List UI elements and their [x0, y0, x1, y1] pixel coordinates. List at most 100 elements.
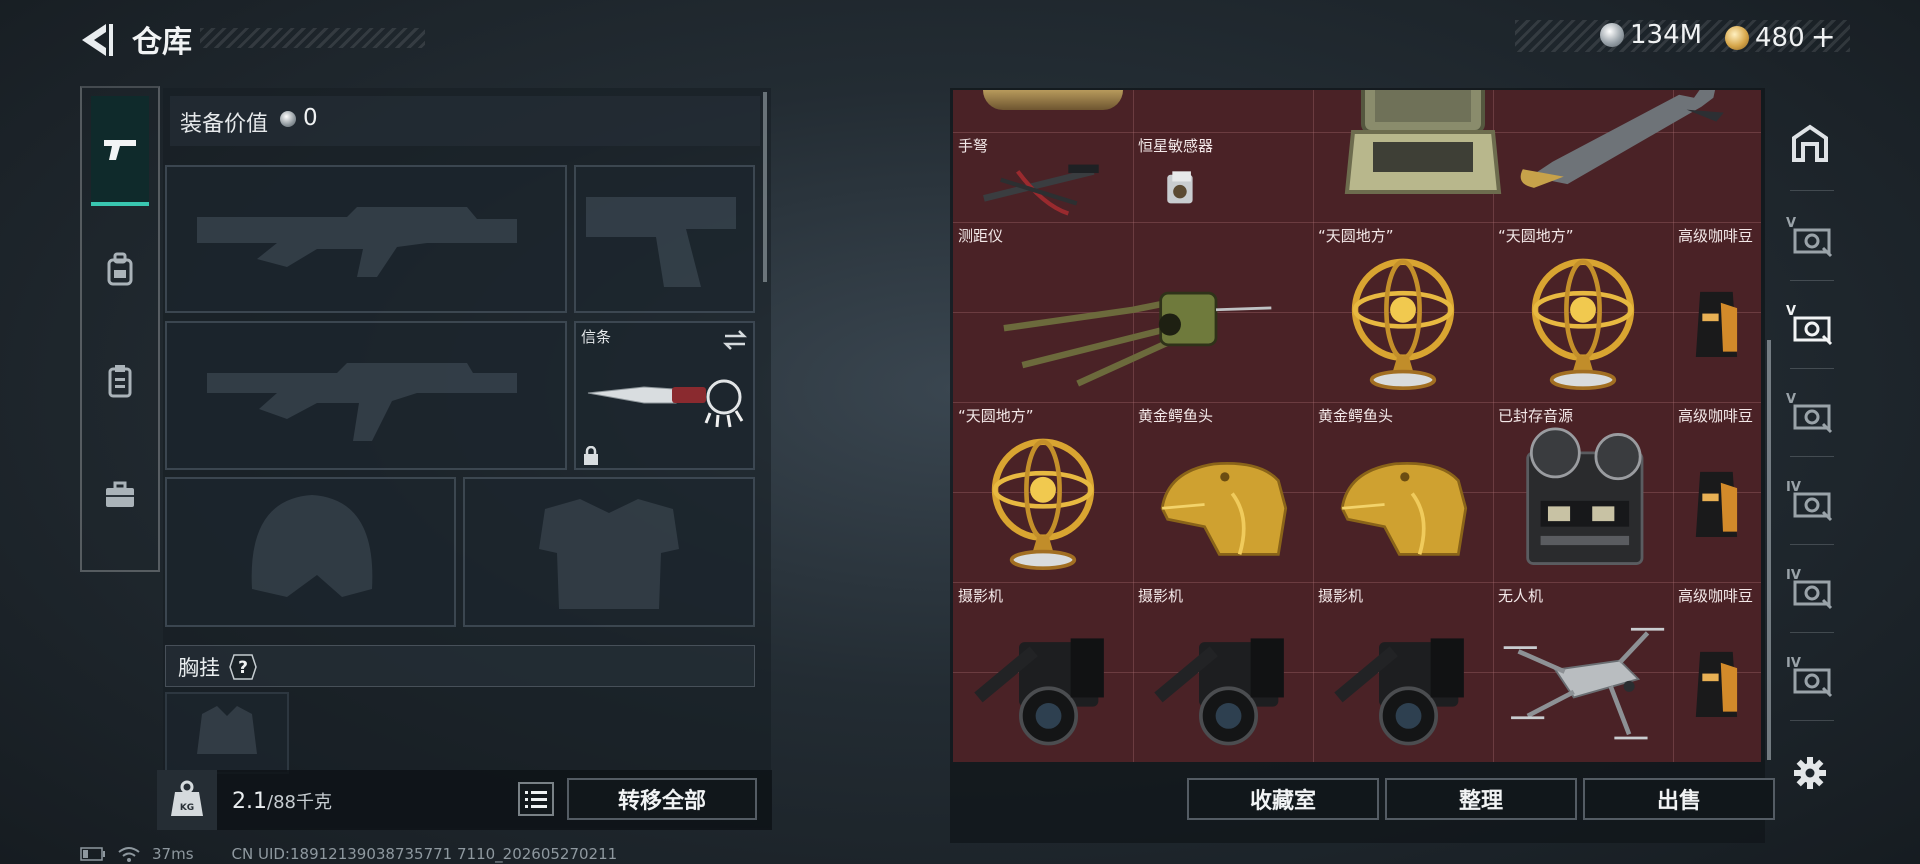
- rifle-silhouette-icon: [197, 207, 517, 277]
- collection-room-button[interactable]: 收藏室: [1187, 778, 1379, 820]
- coffee-bag-icon: [1673, 416, 1761, 586]
- rail-settings[interactable]: [1780, 730, 1840, 816]
- rail-divider: [1790, 280, 1834, 281]
- stash-item-label: 测距仪: [958, 227, 1004, 245]
- rail-divider: [1790, 368, 1834, 369]
- sidearm-slot[interactable]: [574, 165, 755, 313]
- briefcase-icon: [106, 481, 134, 507]
- stash-item[interactable]: “天圆地方”: [1313, 222, 1493, 402]
- lock-icon: [584, 446, 598, 465]
- gold-currency[interactable]: 480 +: [1725, 20, 1836, 55]
- stash-item-label: 无人机: [1498, 587, 1544, 605]
- stash-item[interactable]: 测距仪: [953, 222, 1313, 402]
- vest-silhouette-icon: [197, 706, 257, 754]
- help-icon[interactable]: ?: [228, 653, 258, 681]
- knife-icon: [587, 379, 744, 428]
- stash-item-label: 手弩: [958, 137, 989, 155]
- page-title: 仓库: [132, 25, 192, 60]
- stash-item[interactable]: 无人机: [1493, 582, 1673, 762]
- helmet-slot[interactable]: [165, 477, 456, 627]
- stash-item[interactable]: 高级咖啡豆: [1673, 402, 1761, 582]
- stash-scrollbar[interactable]: [1767, 340, 1771, 760]
- stash-item[interactable]: 黄金鳄鱼头: [1133, 402, 1313, 582]
- rail-tab-safebox[interactable]: V: [1780, 196, 1840, 282]
- rail-divider: [1790, 190, 1834, 191]
- secondary-weapon-slot[interactable]: [165, 321, 567, 470]
- stash-item[interactable]: “天圆地方”: [1493, 222, 1673, 402]
- rail-tab-stash[interactable]: [1780, 100, 1840, 186]
- stash-item[interactable]: [1493, 90, 1761, 222]
- stash-item-label: 高级咖啡豆: [1678, 407, 1754, 425]
- stash-item[interactable]: 黄金鳄鱼头: [1313, 402, 1493, 582]
- silver-coin-icon: [1600, 23, 1624, 47]
- uid-text: CN UID:18912139038735771 7110_2026052702…: [231, 845, 618, 863]
- silver-amount: 134M: [1630, 20, 1703, 50]
- clipboard-icon: [108, 365, 132, 398]
- rail-divider: [1790, 456, 1834, 457]
- gold-amount: 480: [1755, 22, 1805, 53]
- ping-text: 37ms: [152, 845, 194, 863]
- help-mark: ?: [238, 658, 248, 678]
- swap-icon[interactable]: [722, 329, 748, 351]
- stash-item[interactable]: 高级咖啡豆: [1673, 582, 1761, 762]
- stash-item-label: 已封存音源: [1498, 407, 1574, 425]
- chest-rig-slot[interactable]: [165, 692, 289, 774]
- battery-icon: [80, 847, 105, 861]
- stash-item-label: 恒星敏感器: [1138, 137, 1214, 155]
- list-view-button[interactable]: [518, 782, 554, 816]
- stash-item[interactable]: 恒星敏感器: [1133, 132, 1313, 222]
- back-arrow-icon: [82, 24, 113, 56]
- stash-item-label: 摄影机: [1138, 587, 1184, 605]
- stash-item[interactable]: “天圆地方”: [953, 402, 1133, 582]
- sell-button[interactable]: 出售: [1583, 778, 1775, 820]
- tab-briefcase[interactable]: [91, 440, 149, 550]
- coffee-bag-icon: [1673, 596, 1761, 762]
- transfer-all-button[interactable]: 转移全部: [567, 778, 757, 820]
- weight-capacity: /88千克: [267, 792, 332, 813]
- stash-item-label: 高级咖啡豆: [1678, 227, 1754, 245]
- silver-currency[interactable]: 134M: [1600, 20, 1702, 50]
- film-camera-icon: [953, 596, 1133, 762]
- stash-item[interactable]: 摄影机: [953, 582, 1133, 762]
- armillary-sphere-icon: [1313, 236, 1493, 406]
- tab-weapons[interactable]: [91, 96, 149, 206]
- weight-icon-box: KG: [157, 770, 217, 830]
- stash-item[interactable]: 手弩: [953, 132, 1133, 222]
- armor-slot[interactable]: [463, 477, 755, 627]
- wifi-icon: [118, 847, 140, 862]
- pistol-icon: [104, 140, 136, 160]
- stash-item[interactable]: 摄影机: [1133, 582, 1313, 762]
- equipment-scrollbar[interactable]: [763, 92, 767, 282]
- rank-numeral: V: [1786, 216, 1797, 231]
- list-icon: [525, 791, 547, 808]
- gold-coin-icon: [1725, 25, 1749, 50]
- silver-coin-icon: [280, 111, 296, 127]
- tab-container[interactable]: [91, 326, 149, 436]
- rail-tab-safebox[interactable]: IV: [1780, 460, 1840, 546]
- tab-backpack[interactable]: [91, 214, 149, 324]
- rail-tab-safebox[interactable]: V: [1780, 284, 1840, 370]
- weight-icon-text: KG: [180, 803, 194, 813]
- gold-topup-plus[interactable]: +: [1811, 20, 1836, 55]
- partial-item-art: [983, 90, 1123, 110]
- crossbow-icon: [953, 146, 1133, 226]
- stash-item-label: 黄金鳄鱼头: [1318, 407, 1394, 425]
- primary-weapon-slot[interactable]: [165, 165, 567, 313]
- rail-divider: [1790, 632, 1834, 633]
- stash-item[interactable]: 摄影机: [1313, 582, 1493, 762]
- rank-numeral: IV: [1786, 656, 1801, 671]
- rail-tab-safebox[interactable]: V: [1780, 372, 1840, 458]
- title-decoration: [200, 28, 425, 48]
- stash-item[interactable]: 高级咖啡豆: [1673, 222, 1761, 402]
- stash-item[interactable]: 已封存音源: [1493, 402, 1673, 582]
- rail-tab-safebox[interactable]: IV: [1780, 548, 1840, 634]
- equipment-value: 0: [303, 105, 318, 131]
- rank-numeral: V: [1786, 304, 1797, 319]
- rifle-silhouette-icon: [207, 363, 517, 441]
- sort-button[interactable]: 整理: [1385, 778, 1577, 820]
- melee-slot[interactable]: 信条: [574, 321, 755, 470]
- back-button[interactable]: [78, 20, 114, 60]
- golden-crocodile-head-icon: [1313, 416, 1493, 586]
- rail-tab-safebox[interactable]: IV: [1780, 636, 1840, 722]
- weight-icon: KG: [171, 780, 203, 816]
